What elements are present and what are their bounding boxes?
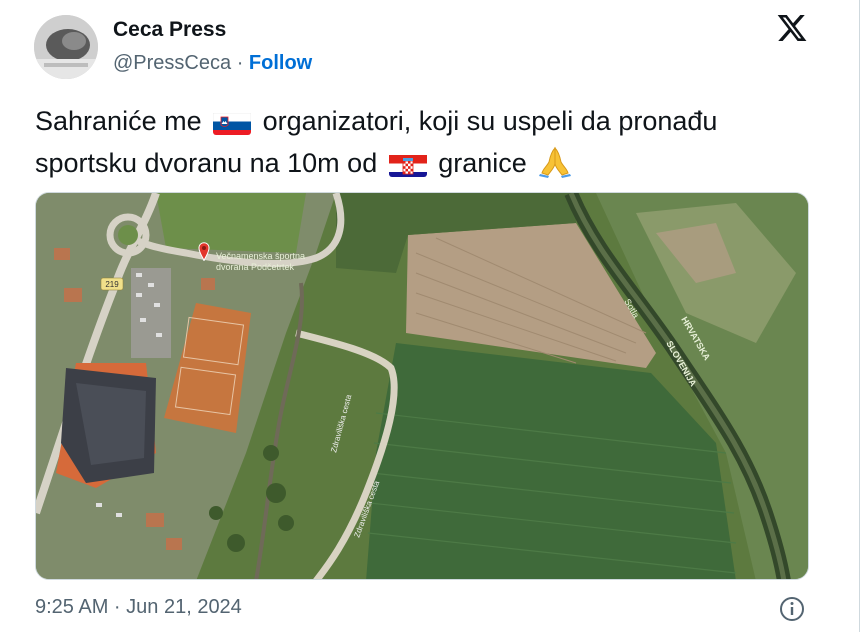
tweet-text-part1: Sahraniće me [35,106,202,136]
display-name[interactable]: Ceca Press [113,18,226,42]
info-icon[interactable] [778,595,806,623]
separator: · [236,52,244,74]
handle[interactable]: @PressCeca [113,52,231,74]
road-number-label: 219 [105,280,119,289]
map-image[interactable]: 219 Večnamenska športna dvorana Podčetrt… [35,192,809,580]
venue-label-line2: dvorana Podčetrtek [216,262,295,272]
tweet-text-part3: granice [438,148,527,178]
x-logo-icon[interactable] [775,12,809,44]
venue-label-line1: Večnamenska športna [216,251,305,261]
slovenia-flag-icon [213,109,252,135]
tweet-card: Ceca Press @PressCeca · Follow Sahraniće… [0,0,860,632]
handle-row: @PressCeca · Follow [113,52,312,75]
tweet-text: Sahraniće me organizatori, koji su uspel… [35,100,825,184]
timestamp[interactable]: 9:25 AM · Jun 21, 2024 [35,596,242,619]
avatar[interactable] [34,15,98,79]
follow-button[interactable]: Follow [249,52,312,74]
folded-hands-icon [538,144,572,178]
croatia-flag-icon [388,151,427,177]
